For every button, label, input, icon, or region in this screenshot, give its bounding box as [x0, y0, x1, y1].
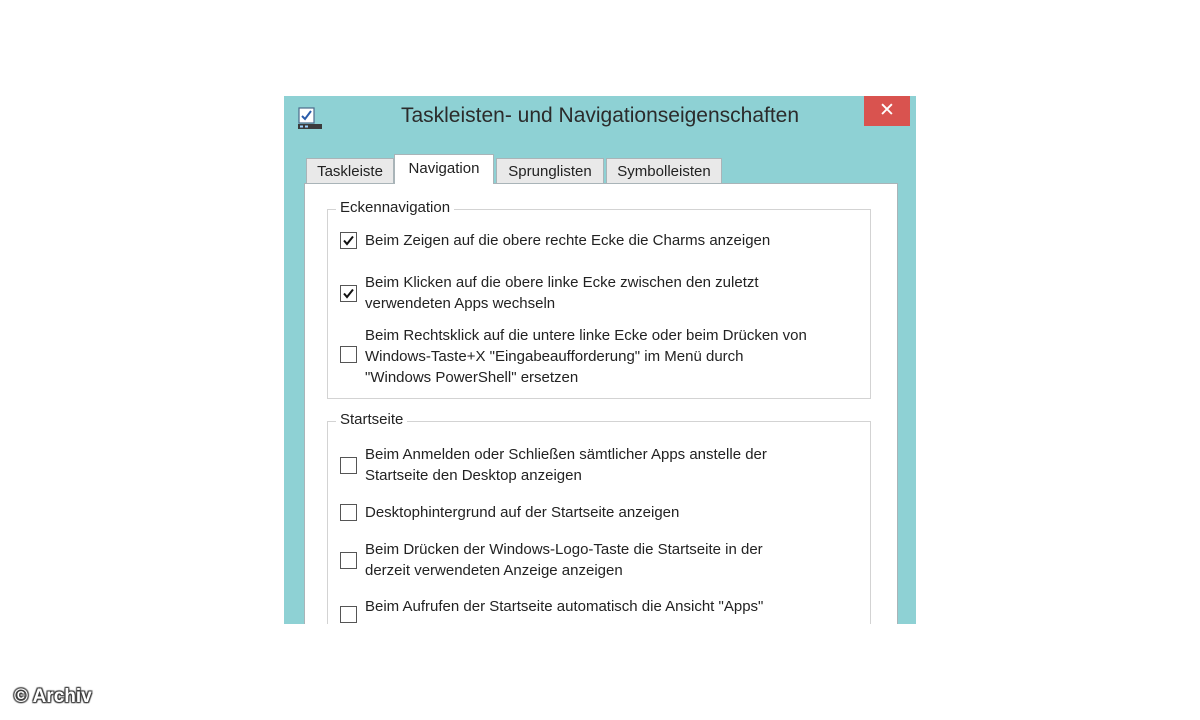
apps-view-label-line: Beim Aufrufen der Startseite automatisch… [365, 598, 764, 615]
desktop-background-label[interactable]: Desktophintergrund auf der Startseite an… [365, 502, 860, 523]
powershell-checkbox[interactable] [340, 346, 357, 363]
tab-symbolleisten[interactable]: Symbolleisten [606, 158, 722, 183]
powershell-label-line: "Windows PowerShell" ersetzen [365, 369, 579, 386]
charms-label[interactable]: Beim Zeigen auf die obere rechte Ecke di… [365, 230, 860, 251]
windows-key-display-checkbox[interactable] [340, 552, 357, 569]
tab-sprunglisten[interactable]: Sprunglisten [496, 158, 604, 183]
apps-view-label[interactable]: Beim Aufrufen der Startseite automatisch… [365, 596, 860, 617]
checkmark-icon [343, 288, 354, 299]
windows-key-display-label-line: derzeit verwendeten Anzeige anzeigen [365, 562, 623, 579]
copyright-watermark: © Archiv [14, 686, 92, 707]
properties-dialog: Taskleisten- und Navigationseigenschafte… [284, 96, 916, 624]
close-button[interactable]: ✕ [864, 96, 910, 126]
charms-label-line: Beim Zeigen auf die obere rechte Ecke di… [365, 232, 771, 249]
desktop-background-checkbox[interactable] [340, 504, 357, 521]
windows-key-display-label-line: Beim Drücken der Windows-Logo-Taste die … [365, 541, 763, 558]
option-powershell[interactable]: Beim Rechtsklick auf die untere linke Ec… [340, 325, 860, 389]
option-desktop-background[interactable]: Desktophintergrund auf der Startseite an… [340, 502, 860, 526]
desktop-on-login-label[interactable]: Beim Anmelden oder Schließen sämtlicher … [365, 444, 860, 486]
powershell-label[interactable]: Beim Rechtsklick auf die untere linke Ec… [365, 325, 860, 388]
taskbar-properties-icon [298, 106, 322, 130]
window-title: Taskleisten- und Navigationseigenschafte… [400, 104, 800, 127]
option-desktop-on-login[interactable]: Beim Anmelden oder Schließen sämtlicher … [340, 444, 860, 488]
apps-view-checkbox[interactable] [340, 606, 357, 623]
tab-navigation[interactable]: Navigation [394, 154, 494, 184]
desktop-on-login-checkbox[interactable] [340, 457, 357, 474]
tab-taskleiste[interactable]: Taskleiste [306, 158, 394, 183]
switch-apps-checkbox[interactable] [340, 285, 357, 302]
charms-checkbox[interactable] [340, 232, 357, 249]
powershell-label-line: Windows-Taste+X "Eingabeaufforderung" im… [365, 348, 744, 365]
checkmark-icon [343, 235, 354, 246]
title-bar[interactable]: Taskleisten- und Navigationseigenschafte… [284, 96, 916, 142]
desktop-background-label-line: Desktophintergrund auf der Startseite an… [365, 504, 680, 521]
option-charms[interactable]: Beim Zeigen auf die obere rechte Ecke di… [340, 230, 860, 254]
startseite-label: Startseite [336, 411, 408, 428]
windows-key-display-label[interactable]: Beim Drücken der Windows-Logo-Taste die … [365, 539, 860, 581]
switch-apps-label-line: Beim Klicken auf die obere linke Ecke zw… [365, 274, 759, 291]
switch-apps-label-line: verwendeten Apps wechseln [365, 295, 556, 312]
startseite-group: Startseite Beim Anmelden oder Schließen … [327, 411, 871, 624]
powershell-label-line: Beim Rechtsklick auf die untere linke Ec… [365, 327, 807, 344]
navigation-panel: Eckennavigation Beim Zeigen auf die ober… [304, 183, 898, 624]
eckennavigation-label: Eckennavigation [336, 199, 455, 216]
switch-apps-label[interactable]: Beim Klicken auf die obere linke Ecke zw… [365, 272, 860, 314]
option-windows-key-display[interactable]: Beim Drücken der Windows-Logo-Taste die … [340, 539, 860, 583]
eckennavigation-group: Eckennavigation Beim Zeigen auf die ober… [327, 199, 871, 399]
option-apps-view[interactable]: Beim Aufrufen der Startseite automatisch… [340, 596, 860, 624]
tab-strip: Taskleiste Navigation Sprunglisten Symbo… [304, 154, 904, 184]
desktop-on-login-label-line: Startseite den Desktop anzeigen [365, 467, 582, 484]
option-switch-apps[interactable]: Beim Klicken auf die obere linke Ecke zw… [340, 272, 860, 316]
desktop-on-login-label-line: Beim Anmelden oder Schließen sämtlicher … [365, 446, 767, 463]
